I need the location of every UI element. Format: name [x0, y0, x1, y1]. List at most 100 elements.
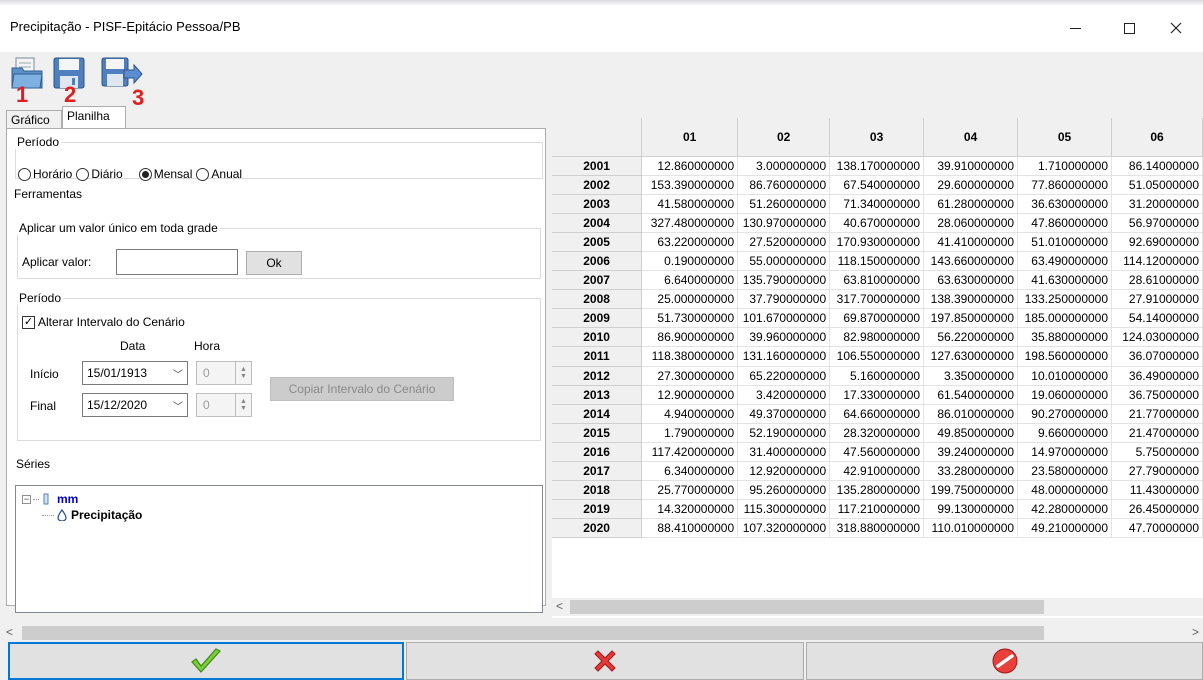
table-cell[interactable]: 31.400000000: [737, 442, 831, 463]
radio-horario[interactable]: Horário: [18, 167, 72, 181]
grid-horizontal-scrollbar[interactable]: <: [552, 598, 1203, 616]
table-cell[interactable]: 3.350000000: [923, 366, 1019, 386]
table-cell[interactable]: 99.130000000: [923, 499, 1019, 520]
column-header[interactable]: 05: [1017, 118, 1113, 157]
table-cell[interactable]: 48.000000000: [1017, 480, 1113, 501]
table-cell[interactable]: 106.550000000: [829, 346, 925, 367]
table-cell[interactable]: 52.190000000: [737, 423, 831, 443]
row-header-year[interactable]: 2006: [552, 251, 643, 272]
row-header-year[interactable]: 2014: [552, 404, 643, 424]
table-cell[interactable]: 14.320000000: [641, 499, 739, 520]
table-cell[interactable]: 39.960000000: [737, 327, 831, 348]
table-cell[interactable]: 12.860000000: [641, 156, 739, 176]
confirm-button[interactable]: [8, 642, 404, 680]
table-cell[interactable]: 110.010000000: [923, 518, 1019, 539]
table-cell[interactable]: 170.930000000: [829, 232, 925, 252]
table-cell[interactable]: 82.980000000: [829, 327, 925, 348]
panel-horizontal-scrollbar[interactable]: < >: [0, 624, 1203, 642]
table-cell[interactable]: 21.77000000: [1111, 404, 1203, 424]
row-header-year[interactable]: 2020: [552, 518, 643, 539]
scroll-right-icon[interactable]: >: [1192, 625, 1199, 639]
table-cell[interactable]: 4.940000000: [641, 404, 739, 424]
table-cell[interactable]: 185.000000000: [1017, 308, 1113, 329]
table-cell[interactable]: 49.370000000: [737, 404, 831, 424]
table-cell[interactable]: 51.260000000: [737, 194, 831, 214]
table-cell[interactable]: 28.060000000: [923, 213, 1019, 233]
table-cell[interactable]: 63.810000000: [829, 270, 925, 291]
table-cell[interactable]: 6.640000000: [641, 270, 739, 291]
table-cell[interactable]: 9.660000000: [1017, 423, 1113, 443]
table-cell[interactable]: 95.260000000: [737, 480, 831, 501]
table-cell[interactable]: 39.910000000: [923, 156, 1019, 176]
table-cell[interactable]: 36.07000000: [1111, 346, 1203, 367]
table-cell[interactable]: 63.490000000: [1017, 251, 1113, 272]
row-header-year[interactable]: 2004: [552, 213, 643, 233]
radio-anual[interactable]: Anual: [196, 167, 242, 181]
table-cell[interactable]: 138.170000000: [829, 156, 925, 176]
table-cell[interactable]: 14.970000000: [1017, 442, 1113, 463]
table-cell[interactable]: 0.190000000: [641, 251, 739, 272]
copy-scenario-interval-button[interactable]: Copiar Intervalo do Cenário: [270, 377, 454, 401]
table-cell[interactable]: 90.270000000: [1017, 404, 1113, 424]
table-cell[interactable]: 118.380000000: [641, 346, 739, 367]
table-cell[interactable]: 11.43000000: [1111, 480, 1203, 501]
start-hour-spinner[interactable]: 0 ▲ ▼: [196, 361, 252, 385]
table-cell[interactable]: 42.910000000: [829, 461, 925, 482]
table-cell[interactable]: 17.330000000: [829, 385, 925, 405]
table-cell[interactable]: 5.75000000: [1111, 442, 1203, 463]
scroll-thumb[interactable]: [570, 600, 1044, 614]
table-cell[interactable]: 153.390000000: [641, 175, 739, 195]
maximize-button[interactable]: [1106, 12, 1152, 44]
end-hour-spinner[interactable]: 0 ▲ ▼: [196, 393, 252, 417]
table-cell[interactable]: 49.850000000: [923, 423, 1019, 443]
row-header-year[interactable]: 2002: [552, 175, 643, 195]
table-cell[interactable]: 35.880000000: [1017, 327, 1113, 348]
table-cell[interactable]: 327.480000000: [641, 213, 739, 233]
column-header[interactable]: 03: [829, 118, 925, 157]
table-cell[interactable]: 41.580000000: [641, 194, 739, 214]
row-header-year[interactable]: 2018: [552, 480, 643, 501]
table-cell[interactable]: 86.760000000: [737, 175, 831, 195]
table-cell[interactable]: 19.060000000: [1017, 385, 1113, 405]
table-cell[interactable]: 55.000000000: [737, 251, 831, 272]
table-cell[interactable]: 86.900000000: [641, 327, 739, 348]
table-cell[interactable]: 56.220000000: [923, 327, 1019, 348]
table-cell[interactable]: 27.520000000: [737, 232, 831, 252]
table-cell[interactable]: 29.600000000: [923, 175, 1019, 195]
table-cell[interactable]: 56.97000000: [1111, 213, 1203, 233]
table-cell[interactable]: 40.670000000: [829, 213, 925, 233]
scroll-thumb[interactable]: [22, 626, 1044, 640]
column-header[interactable]: 04: [923, 118, 1019, 157]
table-cell[interactable]: 133.250000000: [1017, 289, 1113, 310]
row-header-year[interactable]: 2003: [552, 194, 643, 214]
table-cell[interactable]: 64.660000000: [829, 404, 925, 424]
row-header-year[interactable]: 2007: [552, 270, 643, 291]
column-header[interactable]: 02: [737, 118, 831, 157]
table-cell[interactable]: 114.12000000: [1111, 251, 1203, 272]
table-cell[interactable]: 12.900000000: [641, 385, 739, 405]
table-cell[interactable]: 36.49000000: [1111, 366, 1203, 386]
discard-button[interactable]: [806, 642, 1203, 680]
collapse-icon[interactable]: −: [22, 494, 31, 504]
table-cell[interactable]: 318.880000000: [829, 518, 925, 539]
apply-value-input[interactable]: [116, 249, 238, 275]
table-cell[interactable]: 127.630000000: [923, 346, 1019, 367]
column-header[interactable]: 06: [1111, 118, 1203, 157]
table-cell[interactable]: 63.630000000: [923, 270, 1019, 291]
radio-mensal[interactable]: Mensal: [138, 167, 192, 181]
table-cell[interactable]: 39.240000000: [923, 442, 1019, 463]
table-cell[interactable]: 138.390000000: [923, 289, 1019, 310]
row-header-year[interactable]: 2001: [552, 156, 643, 176]
export-button[interactable]: [100, 56, 143, 90]
row-header-year[interactable]: 2012: [552, 366, 643, 386]
table-cell[interactable]: 51.730000000: [641, 308, 739, 329]
table-cell[interactable]: 42.280000000: [1017, 499, 1113, 520]
table-cell[interactable]: 25.770000000: [641, 480, 739, 501]
row-header-year[interactable]: 2010: [552, 327, 643, 348]
row-header-year[interactable]: 2013: [552, 385, 643, 405]
table-cell[interactable]: 1.710000000: [1017, 156, 1113, 176]
row-header-year[interactable]: 2005: [552, 232, 643, 252]
table-cell[interactable]: 33.280000000: [923, 461, 1019, 482]
row-header-year[interactable]: 2011: [552, 346, 643, 367]
table-cell[interactable]: 3.000000000: [737, 156, 831, 176]
